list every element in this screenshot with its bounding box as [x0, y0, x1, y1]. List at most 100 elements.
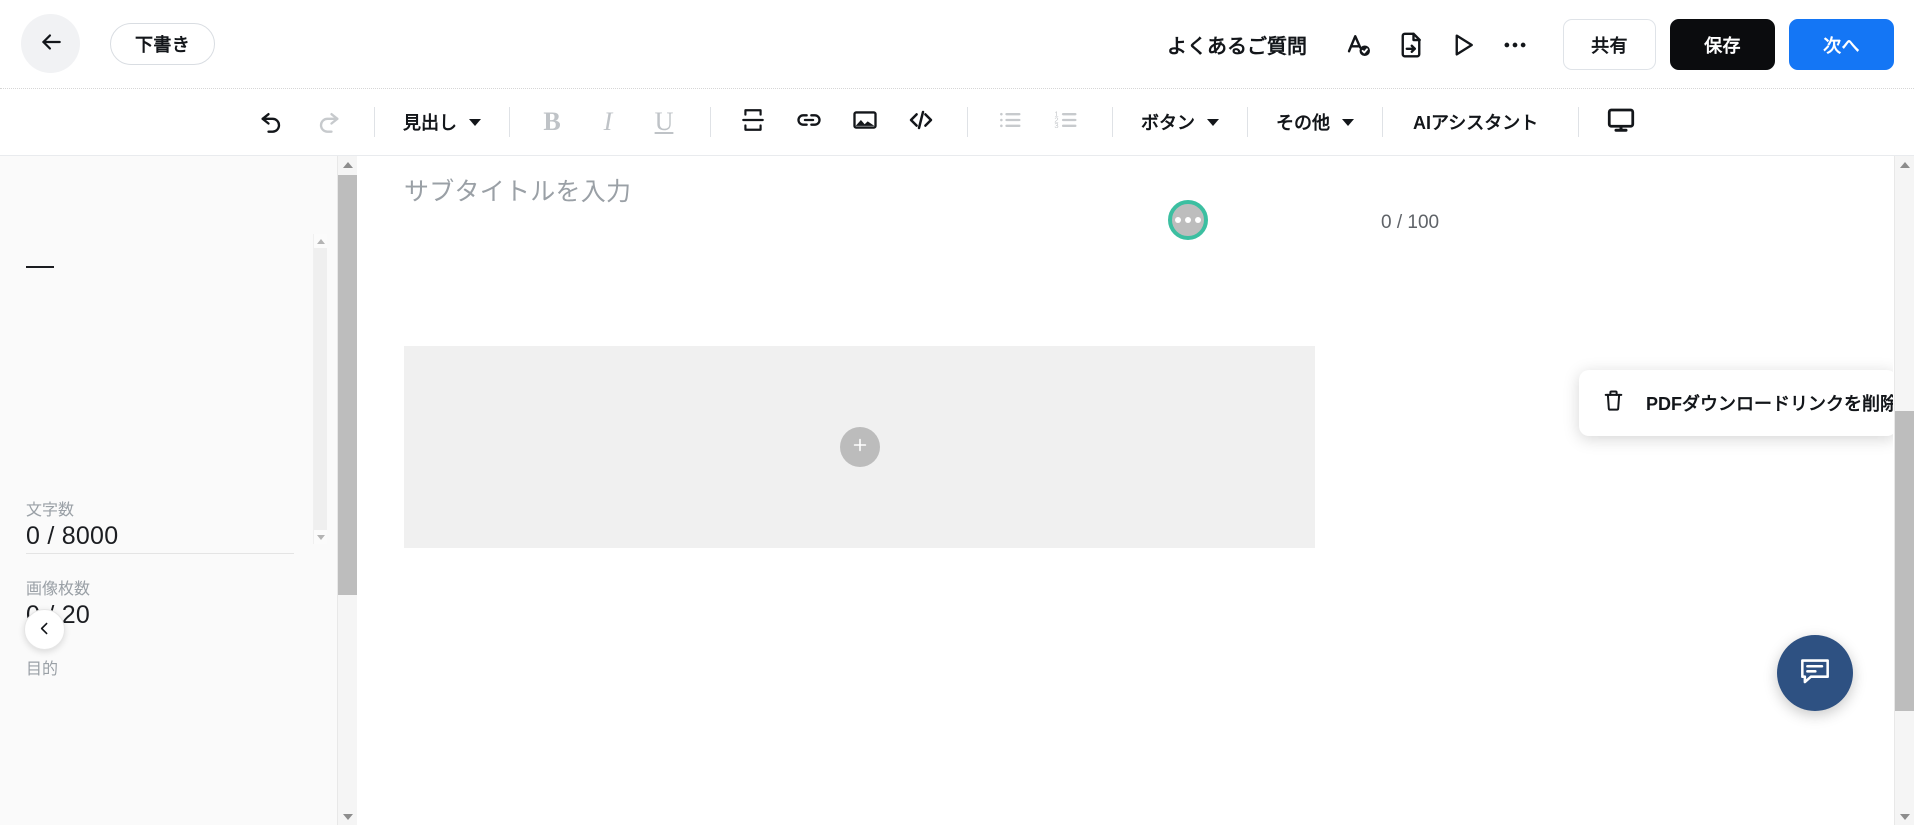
svg-text:3: 3	[1054, 121, 1058, 130]
arrow-left-icon	[38, 29, 64, 58]
undo-button[interactable]	[246, 96, 298, 148]
plus-icon	[850, 435, 870, 460]
bold-icon: B	[543, 107, 561, 136]
chevron-down-icon	[1342, 118, 1354, 126]
toolbar-divider	[1382, 107, 1383, 137]
code-icon	[906, 105, 936, 140]
sidebar-collapse-button[interactable]	[24, 609, 65, 650]
purpose-label: 目的	[26, 661, 59, 678]
triangle-down-icon	[342, 813, 353, 820]
heading-dropdown-label: 見出し	[403, 113, 457, 133]
scroll-thumb[interactable]	[1895, 411, 1914, 711]
ai-assistant-label: AIアシスタント	[1413, 113, 1539, 133]
sidebar-inner-scrollbar[interactable]	[313, 234, 327, 544]
pdf-download-block[interactable]	[404, 346, 1315, 548]
sidebar-content: 文字数 0 / 8000 画像枚数 0 / 20 目的	[0, 156, 320, 825]
block-more-button[interactable]	[1168, 200, 1208, 240]
scroll-track[interactable]	[338, 173, 357, 808]
italic-icon: I	[603, 107, 613, 136]
save-button-label: 保存	[1704, 35, 1741, 56]
preview-play-button[interactable]	[1437, 19, 1489, 71]
scroll-down-arrow[interactable]	[1895, 808, 1914, 825]
back-button[interactable]	[21, 14, 80, 73]
block-context-menu[interactable]: PDFダウンロードリンクを削除	[1579, 370, 1893, 436]
status-chip-draft[interactable]: 下書き	[110, 23, 216, 65]
image-icon	[851, 106, 879, 139]
chevron-down-icon	[1207, 118, 1219, 126]
editor-app: 下書き よくあるご質問 共有 保存 次へ 見出し B I U 1 2 3 ボタン…	[0, 0, 1914, 825]
redo-button[interactable]	[302, 96, 354, 148]
image-button[interactable]	[839, 96, 891, 148]
sidebar-separator	[26, 553, 294, 554]
scroll-down-arrow[interactable]	[314, 530, 327, 544]
subtitle-input[interactable]: サブタイトルを入力	[404, 172, 631, 208]
chat-bubble-icon	[1796, 652, 1834, 695]
more-horizontal-icon	[1500, 30, 1530, 60]
button-dropdown-label: ボタン	[1141, 113, 1195, 133]
link-icon	[795, 106, 823, 139]
other-dropdown[interactable]: その他	[1264, 100, 1366, 144]
underline-button[interactable]: U	[638, 96, 690, 148]
sidebar-outer-scrollbar[interactable]	[337, 156, 357, 825]
play-icon	[1448, 30, 1478, 60]
trash-icon	[1601, 388, 1626, 418]
scroll-thumb[interactable]	[314, 248, 327, 530]
desktop-preview-button[interactable]	[1595, 96, 1647, 148]
toolbar-divider	[967, 107, 968, 137]
subtitle-char-counter: 0 / 100	[1381, 212, 1440, 233]
add-content-button[interactable]	[839, 427, 880, 467]
header-actions: よくあるご質問 共有 保存 次へ	[1167, 0, 1894, 89]
export-button[interactable]	[1385, 19, 1437, 71]
button-dropdown[interactable]: ボタン	[1129, 100, 1231, 144]
scroll-down-arrow[interactable]	[338, 808, 357, 825]
heading-dropdown[interactable]: 見出し	[391, 100, 493, 144]
code-button[interactable]	[895, 96, 947, 148]
undo-icon	[258, 106, 286, 139]
next-button[interactable]: 次へ	[1789, 19, 1894, 70]
more-horizontal-icon	[1175, 217, 1181, 223]
toolbar-divider	[1112, 107, 1113, 137]
next-button-label: 次へ	[1823, 35, 1860, 56]
more-horizontal-icon	[1185, 217, 1191, 223]
top-header: 下書き よくあるご質問 共有 保存 次へ	[0, 0, 1914, 89]
link-button[interactable]	[783, 96, 835, 148]
toolbar-divider	[509, 107, 510, 137]
header-more-button[interactable]	[1489, 19, 1541, 71]
toolbar-divider	[374, 107, 375, 137]
triangle-up-icon	[1899, 161, 1910, 168]
left-sidebar: 文字数 0 / 8000 画像枚数 0 / 20 目的	[0, 156, 338, 825]
chat-support-button[interactable]	[1777, 635, 1853, 711]
scroll-track[interactable]	[1895, 173, 1914, 808]
bullet-list-button[interactable]	[984, 96, 1036, 148]
spellcheck-button[interactable]	[1333, 19, 1385, 71]
faq-link[interactable]: よくあるご質問	[1167, 30, 1307, 59]
save-button[interactable]: 保存	[1670, 19, 1775, 70]
numbered-list-icon: 1 2 3	[1052, 106, 1080, 139]
scroll-up-arrow[interactable]	[1895, 156, 1914, 173]
toolbar-divider	[1247, 107, 1248, 137]
section-divider-button[interactable]	[727, 96, 779, 148]
italic-button[interactable]: I	[582, 96, 634, 148]
delete-pdf-link-item: PDFダウンロードリンクを削除	[1646, 394, 1893, 414]
bold-button[interactable]: B	[526, 96, 578, 148]
ai-assistant-button[interactable]: AIアシスタント	[1399, 100, 1552, 144]
page-scrollbar[interactable]	[1894, 156, 1914, 825]
share-button[interactable]: 共有	[1563, 19, 1656, 70]
redo-icon	[314, 106, 342, 139]
underline-icon: U	[654, 107, 674, 136]
document-canvas: サブタイトルを入力 0 / 100 PDFダウンロードリンクを削除	[358, 156, 1893, 825]
workspace: 文字数 0 / 8000 画像枚数 0 / 20 目的	[0, 156, 1914, 825]
image-count-label: 画像枚数	[26, 581, 91, 598]
chevron-down-icon	[469, 118, 481, 126]
scroll-thumb[interactable]	[338, 175, 357, 595]
editor-toolbar: 見出し B I U 1 2 3 ボタン その他 AIアシスタント	[0, 89, 1914, 156]
scroll-up-arrow[interactable]	[314, 234, 327, 248]
toolbar-divider	[1578, 107, 1580, 137]
numbered-list-button[interactable]: 1 2 3	[1040, 96, 1092, 148]
scroll-up-arrow[interactable]	[338, 156, 357, 173]
triangle-down-icon	[316, 534, 325, 540]
status-chip-label: 下書き	[135, 35, 191, 55]
share-button-label: 共有	[1591, 35, 1628, 56]
scroll-track[interactable]	[314, 248, 327, 530]
bullet-list-icon	[996, 106, 1024, 139]
